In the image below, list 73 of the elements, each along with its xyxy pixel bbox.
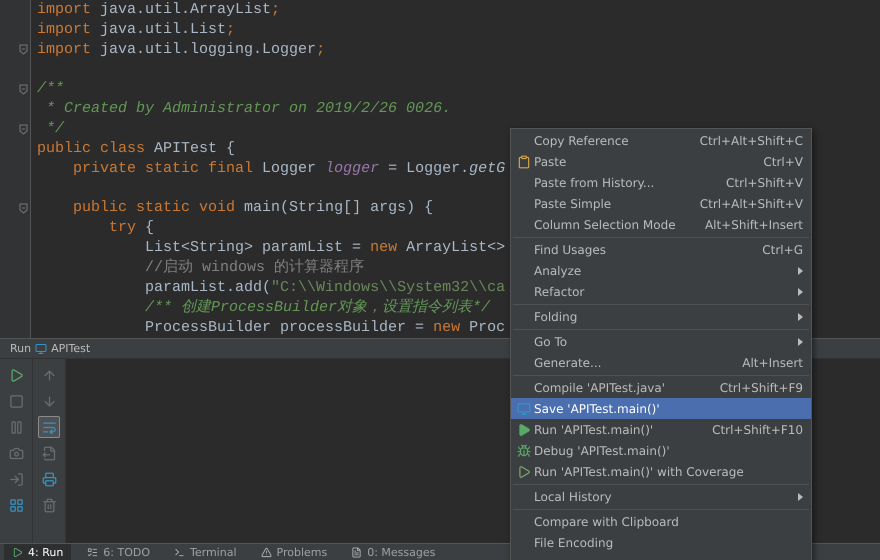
todo-icon	[87, 546, 98, 558]
menu-item[interactable]: Folding	[511, 306, 811, 327]
code-line: List<String> paramList = new ArrayList<>	[144, 238, 506, 258]
code-line: ProcessBuilder processBuilder = new Proc	[144, 318, 506, 338]
submenu-arrow-icon	[798, 266, 803, 274]
arrow-down-icon	[42, 394, 56, 408]
pause-icon	[8, 420, 24, 434]
menu-item[interactable]: Compare with Clipboard	[511, 511, 811, 532]
tool-window-tab[interactable]: 4: Run	[4, 544, 72, 560]
code-line: //启动 windows 的计算器程序	[144, 258, 364, 278]
code-line: public static void main(String[] args) {	[72, 198, 434, 218]
menu-item[interactable]: Column Selection Mode Alt+Shift+Insert	[511, 214, 811, 235]
code-line: * Created by Administrator on 2019/2/26 0026.	[45, 99, 452, 119]
code-line: private static final Logger logger = Logger.getG	[72, 159, 506, 179]
code-line: /**	[37, 79, 64, 99]
run-icon	[8, 368, 24, 382]
run-icon	[12, 546, 23, 558]
tool-window-tab[interactable]: Terminal	[166, 544, 245, 560]
menu-item[interactable]: Analyze	[511, 260, 811, 281]
document-icon	[351, 546, 362, 558]
fold-icon[interactable]	[19, 84, 28, 95]
submenu-arrow-icon	[798, 338, 803, 346]
menu-item[interactable]: Copy Reference Ctrl+Alt+Shift+C	[511, 130, 811, 151]
code-line: public class APITest {	[37, 139, 236, 159]
submenu-arrow-icon	[798, 492, 803, 500]
submenu-arrow-icon	[798, 288, 803, 296]
tool-window-tab[interactable]: 0: Messages	[343, 544, 444, 560]
camera-icon	[8, 446, 24, 460]
menu-item[interactable]: Compile 'APITest.java' Ctrl+Shift+F9	[511, 377, 811, 398]
trash-icon	[42, 498, 56, 512]
run-config-name[interactable]: APITest	[51, 342, 90, 355]
export-icon	[42, 446, 56, 460]
wrap-text-icon	[42, 420, 56, 434]
wrap-text-button[interactable]	[38, 416, 60, 438]
menu-item[interactable]: Generate... Alt+Insert	[511, 352, 811, 373]
menu-item[interactable]: File Encoding	[511, 532, 811, 553]
monitor-icon	[516, 402, 530, 416]
menu-item[interactable]: Local History	[511, 486, 811, 507]
bug-icon	[516, 444, 530, 458]
menu-item[interactable]: Paste from History... Ctrl+Shift+V	[511, 172, 811, 193]
menu-item[interactable]: Find Usages Ctrl+G	[511, 239, 811, 260]
code-line: import java.util.logging.Logger;	[37, 40, 326, 60]
warning-icon	[260, 546, 272, 558]
clipboard-icon	[516, 154, 530, 168]
menu-item[interactable]: Paste Simple Ctrl+Alt+Shift+V	[511, 193, 811, 214]
run-icon	[516, 422, 530, 436]
layout-icon	[8, 498, 24, 512]
fold-icon[interactable]	[19, 124, 28, 135]
fold-icon[interactable]	[19, 44, 28, 56]
fold-icon[interactable]	[19, 203, 28, 214]
menu-item[interactable]: Go To	[511, 331, 811, 352]
code-line: import java.util.List;	[37, 20, 236, 40]
code-line: */	[45, 119, 64, 139]
printer-icon	[42, 472, 56, 486]
code-line: /** 创建ProcessBuilder对象，设置指令列表*/	[144, 298, 490, 318]
submenu-arrow-icon	[798, 312, 803, 320]
menu-item[interactable]: Run 'APITest.main()' Ctrl+Shift+F10	[511, 419, 811, 440]
menu-item[interactable]: Run 'APITest.main()' with Coverage	[511, 461, 811, 482]
tool-window-tab[interactable]: 6: TODO	[79, 544, 158, 560]
tool-window-tab[interactable]: Problems	[252, 544, 336, 560]
code-line: paramList.add("C:\\Windows\\System32\\ca	[144, 278, 506, 298]
login-icon	[8, 472, 24, 486]
menu-item[interactable]: Refactor	[511, 281, 811, 302]
code-line: import java.util.ArrayList;	[37, 0, 280, 20]
monitor-icon	[35, 342, 48, 354]
panel-title: Run	[10, 342, 32, 355]
menu-item[interactable]: Save 'APITest.main()'	[511, 398, 811, 419]
coverage-icon	[516, 464, 530, 478]
menu-item[interactable]: Paste Ctrl+V	[511, 151, 811, 172]
menu-item[interactable]: Debug 'APITest.main()'	[511, 440, 811, 461]
stop-icon	[8, 394, 24, 408]
terminal-icon	[174, 546, 186, 558]
code-line: try {	[108, 218, 154, 238]
